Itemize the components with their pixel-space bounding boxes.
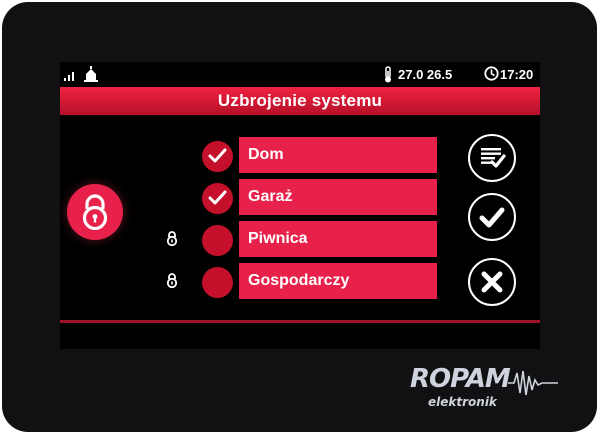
zone-checkbox[interactable] xyxy=(202,267,233,298)
zone-checkbox[interactable] xyxy=(202,183,233,214)
thermometer-icon xyxy=(382,66,394,86)
padlock-icon xyxy=(82,194,108,230)
small-padlock-icon xyxy=(166,231,178,251)
brand-name: ROPAM xyxy=(410,364,511,394)
brand-logo: ROPAM elektronik xyxy=(390,362,560,414)
cancel-button[interactable] xyxy=(468,258,516,306)
zone-checkbox[interactable] xyxy=(202,141,233,172)
zone-name-button[interactable]: Gospodarczy xyxy=(239,263,437,299)
signal-bars-icon xyxy=(64,69,76,84)
wave-icon xyxy=(508,370,558,396)
clock-icon xyxy=(484,66,499,84)
checkmark-icon xyxy=(479,207,505,228)
zone-checkbox[interactable] xyxy=(202,225,233,256)
temperature-readout: 27.0 26.5 xyxy=(398,67,453,82)
zone-name-button[interactable]: Piwnica xyxy=(239,221,437,257)
checklist-icon xyxy=(481,148,506,168)
time-readout: 17:20 xyxy=(500,67,534,82)
arm-lock-button[interactable] xyxy=(67,184,123,240)
checkmark-icon xyxy=(208,148,227,163)
status-bar: 27.0 26.5 17:20 xyxy=(60,62,540,86)
bottom-divider xyxy=(60,320,540,323)
confirm-button[interactable] xyxy=(468,193,516,241)
home-icon[interactable] xyxy=(84,66,98,85)
touch-screen: 27.0 26.5 17:20 Uzbrojenie systemu Dom Ga… xyxy=(60,62,540,349)
brand-subtitle: elektronik xyxy=(428,395,497,409)
zone-name-button[interactable]: Garaż xyxy=(239,179,437,215)
page-title: Uzbrojenie systemu xyxy=(60,87,540,115)
select-all-button[interactable] xyxy=(468,134,516,182)
zone-name-button[interactable]: Dom xyxy=(239,137,437,173)
small-padlock-icon xyxy=(166,273,178,293)
keypad-device: 27.0 26.5 17:20 Uzbrojenie systemu Dom Ga… xyxy=(2,2,597,432)
checkmark-icon xyxy=(208,190,227,205)
close-icon xyxy=(481,271,503,293)
